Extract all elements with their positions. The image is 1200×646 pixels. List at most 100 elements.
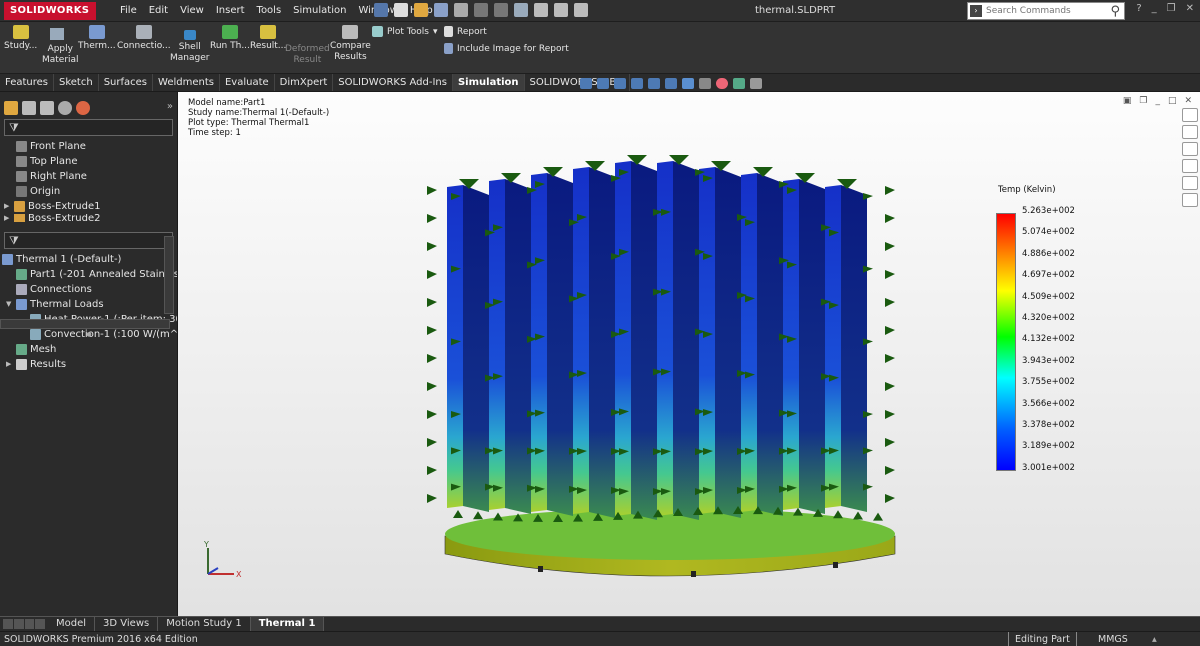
tab-surfaces[interactable]: Surfaces — [99, 74, 154, 91]
study-results[interactable]: ▶ Results — [2, 357, 177, 372]
compare-results-button[interactable]: Compare Results — [330, 25, 371, 63]
apply-material-button[interactable]: Apply Material — [42, 44, 79, 66]
feature-filter[interactable]: ⧩ — [4, 119, 173, 136]
select-cursor-icon[interactable] — [514, 3, 528, 17]
tab-motion-study[interactable]: Motion Study 1 — [158, 617, 251, 631]
menu-file[interactable]: File — [114, 0, 143, 22]
home-icon[interactable] — [1182, 108, 1198, 122]
tree-item-top-plane[interactable]: Top Plane — [4, 154, 177, 169]
next-tab-icon[interactable] — [24, 619, 35, 629]
rebuild-icon[interactable] — [534, 3, 548, 17]
units-chevron-icon[interactable]: ▴ — [1152, 632, 1157, 646]
restore-icon[interactable]: ❐ — [1139, 96, 1147, 106]
display-manager-icon[interactable] — [76, 101, 90, 115]
expand-arrow-icon[interactable]: ▶ — [4, 214, 12, 222]
status-units[interactable]: MMGS — [1098, 632, 1128, 646]
zoom-to-fit-icon[interactable] — [580, 78, 592, 89]
view-settings-icon[interactable] — [750, 78, 762, 89]
deformed-result-button[interactable]: Deformed Result — [285, 44, 330, 66]
tree-item-boss-extrude2[interactable]: ▶ Boss-Extrude2 — [4, 214, 177, 222]
study-connections[interactable]: Connections — [2, 282, 177, 297]
design-library-icon[interactable] — [1182, 125, 1198, 139]
section-view-icon[interactable] — [631, 78, 643, 89]
menu-edit[interactable]: Edit — [143, 0, 174, 22]
tile-icon[interactable]: ▣ — [1123, 96, 1132, 106]
zoom-area-icon[interactable] — [597, 78, 609, 89]
expand-arrow-icon[interactable]: ▶ — [4, 199, 12, 214]
open-folder-icon[interactable] — [414, 3, 428, 17]
minimize-icon[interactable]: _ — [1155, 96, 1160, 106]
search-input[interactable] — [982, 6, 1092, 16]
custom-properties-icon[interactable] — [1182, 193, 1198, 207]
tree-horizontal-scrollbar[interactable] — [0, 319, 170, 329]
expand-arrow-icon[interactable]: ▶ — [6, 357, 14, 372]
run-button[interactable]: Run Th... — [210, 25, 250, 52]
tab-addins[interactable]: SOLIDWORKS Add-Ins — [333, 74, 453, 91]
tree-item-right-plane[interactable]: Right Plane — [4, 169, 177, 184]
tree-item-origin[interactable]: Origin — [4, 184, 177, 199]
study-thermal-loads[interactable]: ▼ Thermal Loads — [2, 297, 177, 312]
heat-sink-model[interactable] — [423, 146, 903, 586]
study-mesh[interactable]: Mesh — [2, 342, 177, 357]
file-explorer-icon[interactable] — [1182, 142, 1198, 156]
study-button[interactable]: Study... — [4, 25, 37, 52]
view-palette-icon[interactable] — [1182, 159, 1198, 173]
close-icon[interactable]: ✕ — [1184, 96, 1192, 106]
plot-tools-button[interactable]: Plot Tools ▾ — [372, 26, 438, 37]
pin-icon[interactable] — [374, 3, 388, 17]
report-button[interactable]: Report — [444, 26, 487, 37]
tree-item-front-plane[interactable]: Front Plane — [4, 139, 177, 154]
panel-splitter[interactable]: ● — [0, 332, 178, 338]
tree-vertical-scrollbar[interactable] — [164, 236, 174, 314]
print-icon[interactable] — [454, 3, 468, 17]
view-orientation-icon[interactable] — [665, 78, 677, 89]
maximize-icon[interactable]: □ — [1168, 96, 1177, 106]
search-icon[interactable]: ⚲ — [1110, 4, 1120, 19]
configuration-icon[interactable] — [40, 101, 54, 115]
edit-appearance-icon[interactable] — [716, 78, 728, 89]
menu-simulation[interactable]: Simulation — [287, 0, 352, 22]
expand-chevron-icon[interactable]: » — [167, 101, 173, 115]
tab-dimxpert[interactable]: DimXpert — [275, 74, 334, 91]
shell-manager-button[interactable]: Shell Manager — [170, 30, 209, 64]
dimxpert-icon[interactable] — [58, 101, 72, 115]
prev-tab-icon[interactable] — [13, 619, 24, 629]
file-properties-icon[interactable] — [554, 3, 568, 17]
tab-features[interactable]: Features — [0, 74, 54, 91]
connections-button[interactable]: Connectio... — [117, 25, 171, 52]
minimize-icon[interactable]: _ — [1152, 3, 1157, 14]
tree-item-boss-extrude1[interactable]: ▶ Boss-Extrude1 — [4, 199, 177, 214]
tab-evaluate[interactable]: Evaluate — [220, 74, 275, 91]
dynamic-annotation-icon[interactable] — [648, 78, 660, 89]
close-icon[interactable]: ✕ — [1186, 3, 1194, 14]
tab-sketch[interactable]: Sketch — [54, 74, 99, 91]
study-filter[interactable]: ⧩ — [4, 232, 173, 249]
help-icon[interactable]: ? — [1136, 3, 1141, 14]
appearances-icon[interactable] — [1182, 176, 1198, 190]
collapse-arrow-icon[interactable]: ▼ — [6, 297, 14, 312]
options-gear-icon[interactable] — [574, 3, 588, 17]
property-manager-icon[interactable] — [22, 101, 36, 115]
previous-view-icon[interactable] — [614, 78, 626, 89]
tab-model[interactable]: Model — [48, 617, 96, 631]
tab-weldments[interactable]: Weldments — [153, 74, 220, 91]
study-part[interactable]: Part1 (-201 Annealed Stainless Stee — [2, 267, 177, 282]
display-style-icon[interactable] — [682, 78, 694, 89]
tab-3d-views[interactable]: 3D Views — [95, 617, 159, 631]
tab-thermal-1[interactable]: Thermal 1 — [250, 617, 325, 631]
menu-insert[interactable]: Insert — [210, 0, 251, 22]
tab-simulation[interactable]: Simulation — [452, 74, 525, 91]
solidworks-logo[interactable]: SOLIDWORKS — [4, 2, 96, 20]
redo-icon[interactable] — [494, 3, 508, 17]
save-icon[interactable] — [434, 3, 448, 17]
apply-scene-icon[interactable] — [733, 78, 745, 89]
last-tab-icon[interactable] — [35, 619, 45, 629]
first-tab-icon[interactable] — [3, 619, 13, 629]
search-commands-box[interactable]: › ⚲ — [967, 2, 1125, 20]
feature-tree-icon[interactable] — [4, 101, 18, 115]
hide-show-icon[interactable] — [699, 78, 711, 89]
undo-icon[interactable] — [474, 3, 488, 17]
include-image-button[interactable]: Include Image for Report — [444, 43, 569, 54]
new-document-icon[interactable] — [394, 3, 408, 17]
results-advisor-button[interactable]: Result... — [250, 25, 286, 52]
